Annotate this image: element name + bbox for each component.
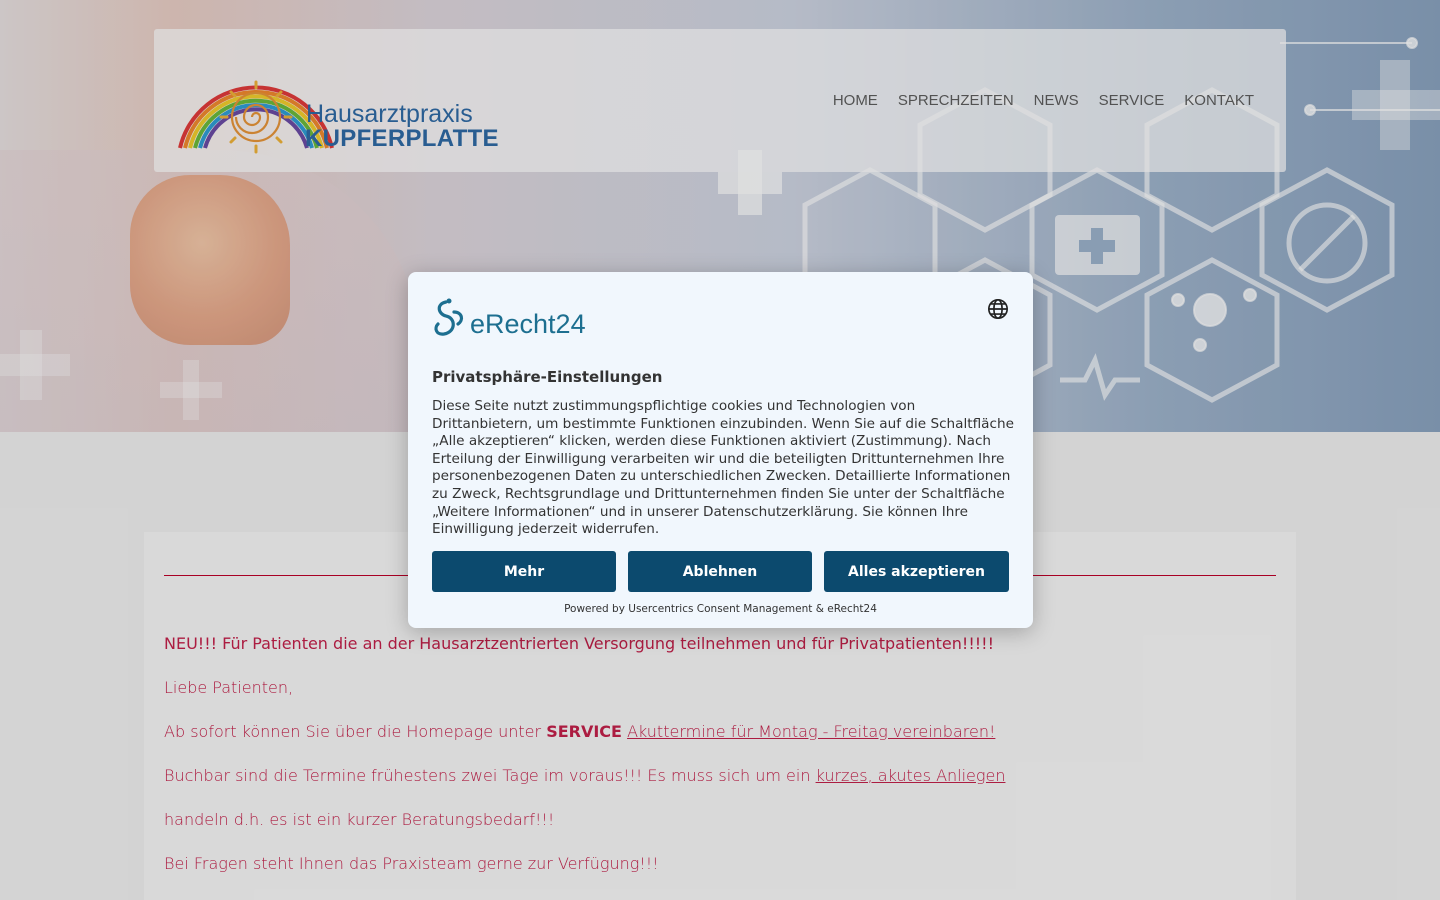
accept-all-button[interactable]: Alles akzeptieren [824,551,1009,592]
consent-title: Privatsphäre-Einstellungen [432,368,663,386]
consent-body: Diese Seite nutzt zustimmungspflichtige … [432,398,1014,538]
more-button[interactable]: Mehr [432,551,616,592]
powered-by-text: Powered by Usercentrics Consent Manageme… [564,603,877,615]
consent-brand-name: eRecht24 [470,309,586,339]
consent-brand: eRecht24 [432,296,586,338]
consent-dialog: eRecht24 Privatsphäre-Einstellungen Dies… [408,272,1033,628]
erecht24-logo-icon [434,298,464,336]
globe-icon[interactable] [987,298,1009,320]
decline-button[interactable]: Ablehnen [628,551,812,592]
